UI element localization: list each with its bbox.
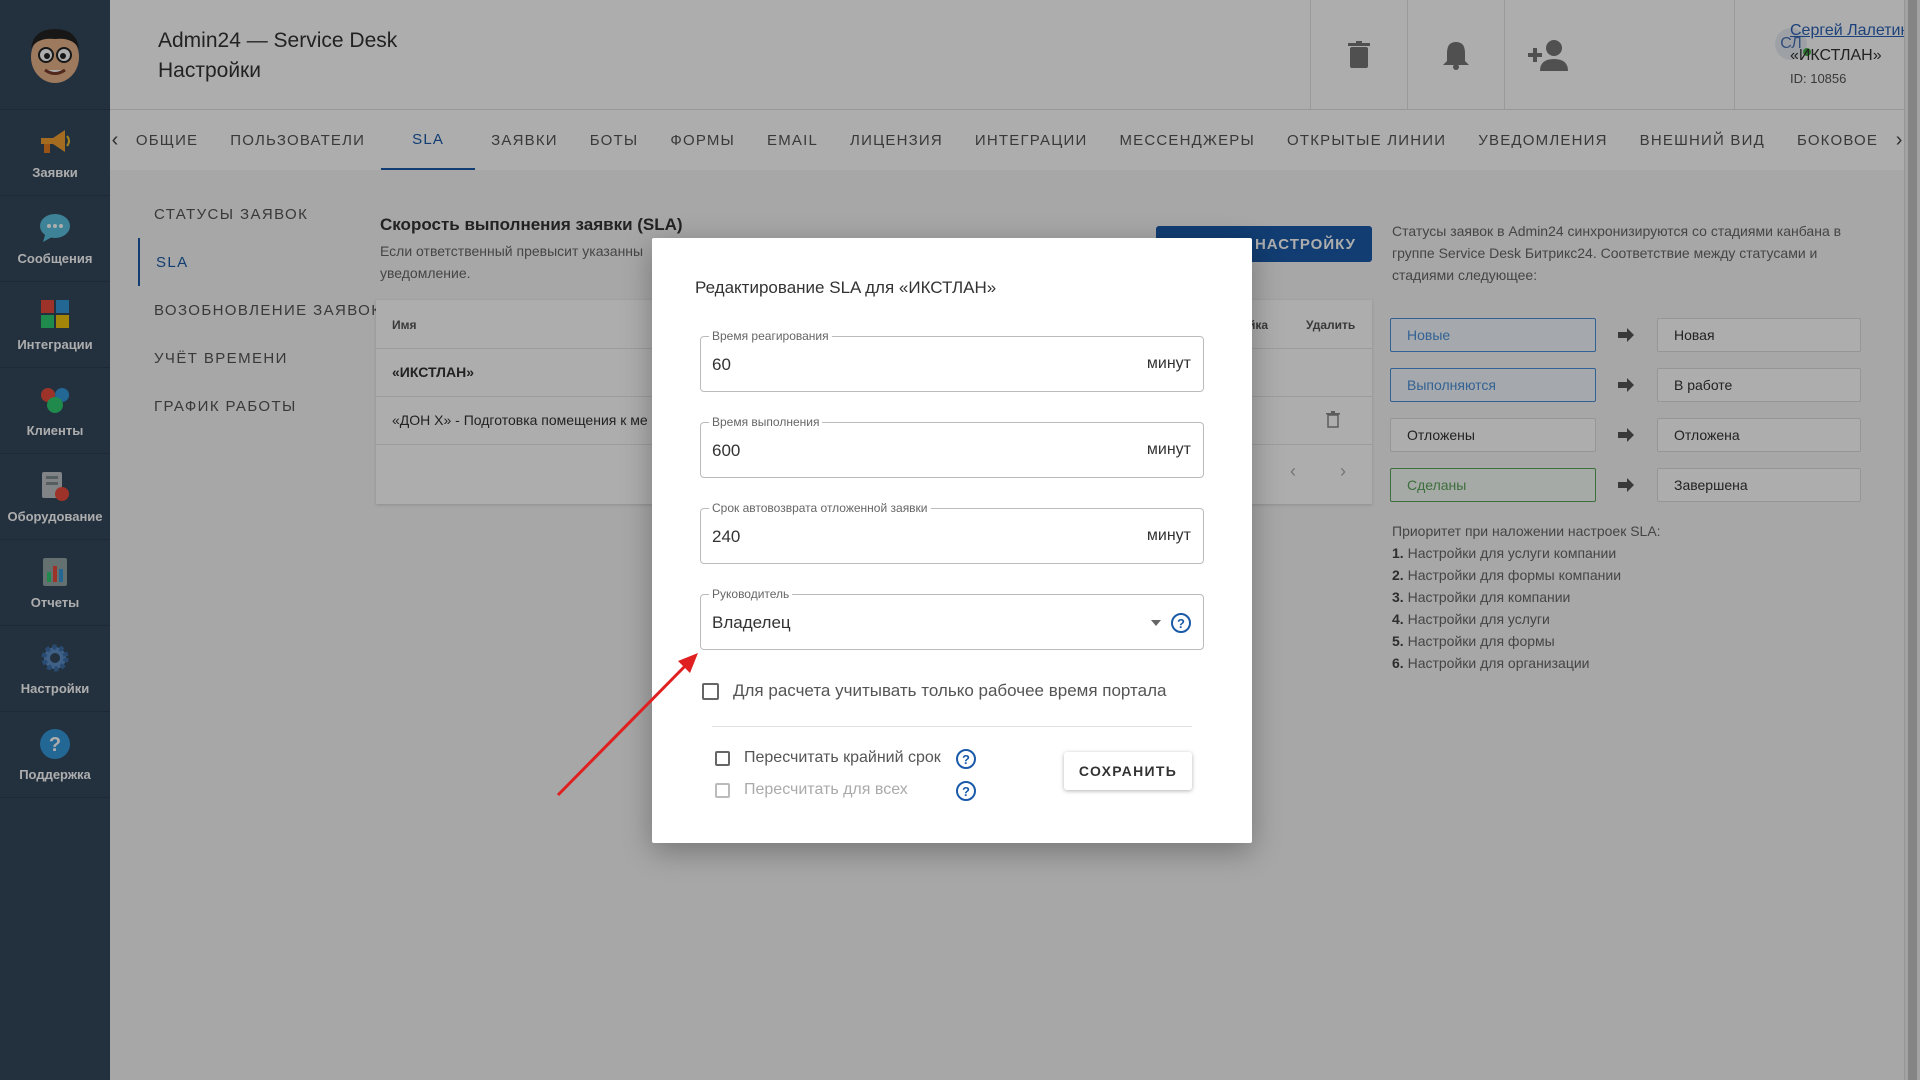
field-label: Срок автовозврата отложенной заявки — [709, 501, 931, 515]
checkbox-label: Для расчета учитывать только рабочее вре… — [733, 681, 1167, 700]
field-unit: минут — [1146, 527, 1191, 544]
checkbox-label: Пересчитать для всех — [744, 781, 908, 798]
field-value[interactable]: 60 — [712, 355, 731, 375]
field-unit: минут — [1146, 355, 1191, 372]
edit-sla-dialog: Редактирование SLA для «ИКСТЛАН» Время р… — [652, 238, 1252, 843]
caret-down-icon[interactable] — [1151, 620, 1161, 626]
manager-select[interactable]: Руководитель Владелец ? — [700, 587, 1204, 650]
save-button[interactable]: СОХРАНИТЬ — [1064, 752, 1192, 790]
field-unit: минут — [1146, 441, 1191, 458]
work-time-checkbox-row[interactable]: Для расчета учитывать только рабочее вре… — [702, 681, 1166, 701]
selected-value: Владелец — [712, 613, 791, 632]
autoreturn-time-field[interactable]: Срок автовозврата отложенной заявки 240 … — [700, 501, 1204, 564]
field-value[interactable]: 240 — [712, 527, 740, 547]
recalc-deadline-checkbox[interactable] — [715, 750, 730, 766]
manager-help-icon[interactable]: ? — [1171, 613, 1191, 633]
field-label: Время выполнения — [709, 415, 823, 429]
dialog-title: Редактирование SLA для «ИКСТЛАН» — [695, 278, 997, 297]
field-label: Руководитель — [709, 587, 793, 601]
reaction-time-field[interactable]: Время реагирования 60 минут — [700, 329, 1204, 392]
recalc-deadline-row[interactable]: Пересчитать крайний срок — [715, 749, 941, 767]
execution-time-field[interactable]: Время выполнения 600 минут — [700, 415, 1204, 478]
checkbox-label: Пересчитать крайний срок — [744, 749, 941, 766]
recalc-all-help-icon[interactable]: ? — [956, 781, 976, 801]
dialog-divider — [712, 726, 1192, 727]
field-label: Время реагирования — [709, 329, 832, 343]
recalc-deadline-help-icon[interactable]: ? — [956, 749, 976, 769]
field-value[interactable]: 600 — [712, 441, 740, 461]
recalc-all-row: Пересчитать для всех — [715, 781, 908, 799]
recalc-all-checkbox[interactable] — [715, 782, 730, 798]
annotation-arrow-icon — [556, 653, 698, 797]
